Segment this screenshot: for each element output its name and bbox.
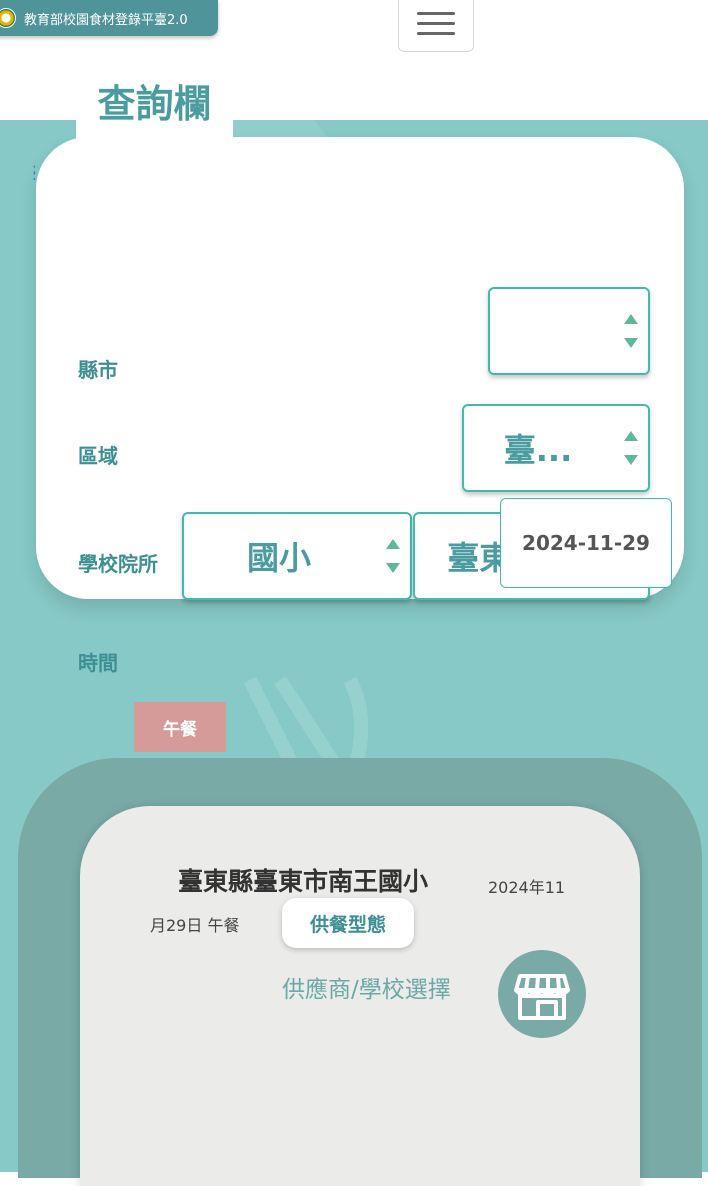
district-select[interactable]: 臺... bbox=[462, 404, 650, 492]
hamburger-menu-button[interactable] bbox=[398, 0, 474, 52]
school-level-value: 國小 bbox=[246, 539, 311, 577]
hamburger-menu-icon-bar-1 bbox=[417, 11, 455, 15]
school-level-select[interactable]: 國小 bbox=[182, 512, 412, 600]
store-icon[interactable] bbox=[498, 950, 586, 1038]
district-select-value: 臺... bbox=[503, 431, 573, 469]
brand-logo-link[interactable]: 教育部校園食材登錄平臺2.0 bbox=[0, 0, 218, 36]
date-input[interactable]: 2024-11-29 bbox=[500, 498, 672, 588]
district-label: 區域 bbox=[78, 444, 118, 468]
supplier-select-label[interactable]: 供應商/學校選擇 bbox=[282, 970, 451, 1004]
select-arrows-icon bbox=[622, 314, 640, 348]
county-select[interactable] bbox=[488, 287, 650, 375]
hamburger-menu-icon-bar-2 bbox=[417, 21, 455, 25]
ministry-logo-icon bbox=[0, 8, 16, 28]
query-panel-title: 查詢欄 bbox=[76, 66, 233, 146]
time-label: 時間 bbox=[78, 651, 118, 675]
tab-lunch[interactable]: 午餐 bbox=[134, 702, 226, 752]
county-label: 縣市 bbox=[78, 358, 118, 382]
school-name-heading: 臺東縣臺東市南王國小 bbox=[178, 867, 429, 896]
select-arrows-icon bbox=[622, 431, 640, 465]
meal-date-line-2: 月29日 午餐 bbox=[150, 916, 240, 935]
supply-type-button[interactable]: 供餐型態 bbox=[282, 898, 414, 948]
store-icon-graphic bbox=[514, 974, 570, 1020]
county-select-value bbox=[490, 289, 612, 373]
brand-title: 教育部校園食材登錄平臺2.0 bbox=[24, 12, 188, 28]
school-label: 學校院所 bbox=[78, 552, 158, 576]
meal-date-line-1: 2024年11 bbox=[488, 878, 566, 897]
hamburger-menu-icon-bar-3 bbox=[417, 31, 455, 35]
select-arrows-icon bbox=[384, 539, 402, 573]
